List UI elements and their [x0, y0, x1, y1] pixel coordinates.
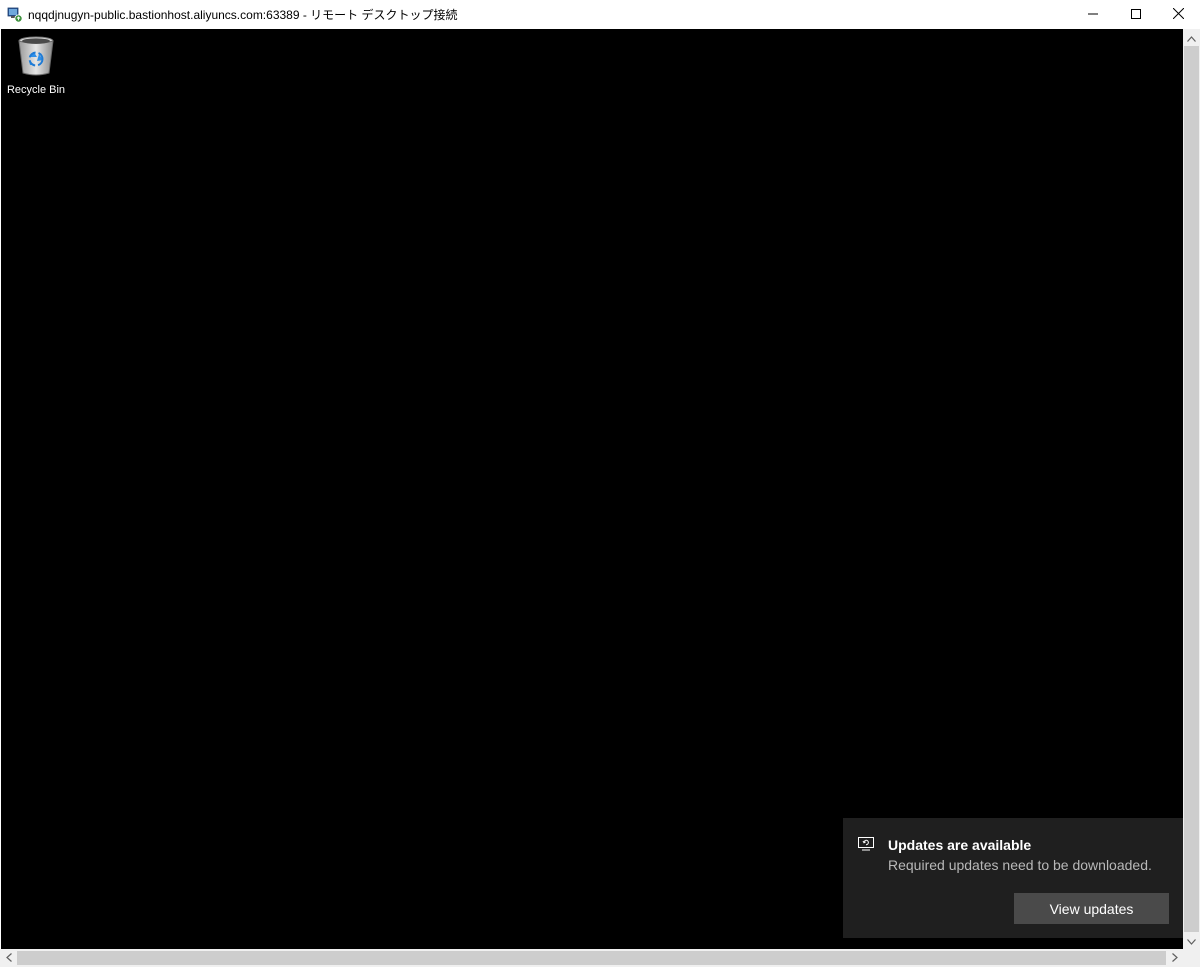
- windows-update-icon: [858, 837, 874, 851]
- scroll-down-button[interactable]: [1183, 932, 1200, 949]
- scroll-up-button[interactable]: [1183, 29, 1200, 46]
- minimize-icon: [1087, 6, 1098, 24]
- minimize-button[interactable]: [1071, 0, 1114, 29]
- maximize-button[interactable]: [1114, 0, 1157, 29]
- horizontal-scroll-thumb[interactable]: [17, 951, 1166, 965]
- horizontal-scrollbar[interactable]: [0, 949, 1183, 967]
- title-bar[interactable]: nqqdjnugyn-public.bastionhost.aliyuncs.c…: [0, 0, 1200, 29]
- scroll-right-button[interactable]: [1166, 949, 1183, 967]
- close-button[interactable]: [1157, 0, 1200, 29]
- notification-title: Updates are available: [888, 837, 1032, 853]
- desktop-icon-recycle-bin[interactable]: Recycle Bin: [1, 35, 71, 96]
- vertical-scrollbar[interactable]: [1183, 29, 1200, 949]
- chevron-left-icon: [5, 949, 12, 967]
- notification-body: Required updates need to be downloaded.: [888, 857, 1152, 873]
- update-notification[interactable]: Updates are available Required updates n…: [843, 818, 1183, 938]
- remote-desktop-icon: [7, 7, 23, 23]
- scroll-left-button[interactable]: [0, 949, 17, 967]
- remote-desktop-area[interactable]: Recycle Bin Updates are available Requir…: [1, 29, 1183, 949]
- recycle-bin-icon: [16, 36, 56, 81]
- scrollbar-corner: [1183, 949, 1200, 967]
- window-controls: [1071, 0, 1200, 29]
- desktop-icon-label: Recycle Bin: [6, 84, 66, 96]
- chevron-down-icon: [1187, 932, 1196, 950]
- chevron-up-icon: [1187, 29, 1196, 47]
- window-title: nqqdjnugyn-public.bastionhost.aliyuncs.c…: [28, 8, 458, 22]
- view-updates-button[interactable]: View updates: [1014, 893, 1169, 924]
- vertical-scroll-thumb[interactable]: [1184, 46, 1199, 932]
- chevron-right-icon: [1171, 949, 1178, 967]
- remote-desktop-window: nqqdjnugyn-public.bastionhost.aliyuncs.c…: [0, 0, 1200, 967]
- maximize-icon: [1130, 6, 1141, 24]
- close-icon: [1172, 6, 1185, 24]
